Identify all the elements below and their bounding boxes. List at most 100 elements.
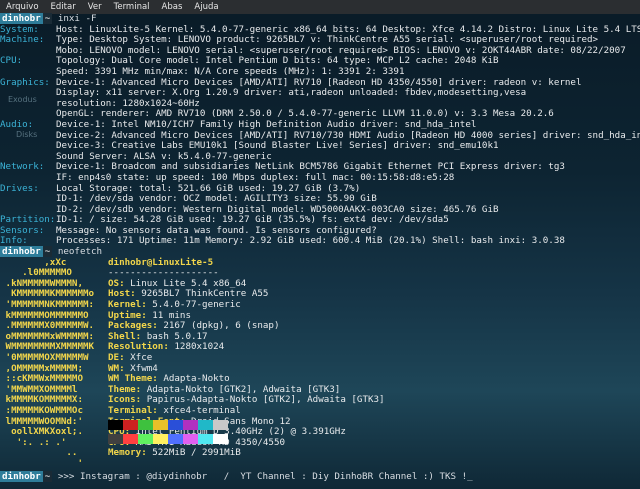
logo-line: :MMMMMKOWMMMOc (0, 404, 83, 416)
neofetch-separator: -------------------- (108, 267, 219, 279)
menu-item-terminal[interactable]: Terminal (108, 0, 156, 14)
inxi-section-text: Device-3: Creative Labs EMU10k1 [Sound B… (56, 140, 499, 152)
color-swatch (183, 420, 198, 430)
neofetch-key: Kernel: (108, 299, 147, 311)
neofetch-key: DE: (108, 352, 125, 363)
logo-line: ' (0, 457, 83, 469)
inxi-section-text: ID-1: /dev/sda vendor: OCZ model: AGILIT… (56, 193, 377, 205)
neofetch-title: dinhobr@LinuxLite-5 (108, 256, 214, 268)
inxi-section-header: Drives: (0, 182, 39, 194)
neofetch-key: Memory: (108, 447, 147, 459)
command-text: >>> Instagram : @diydinhobr / YT Channel… (57, 471, 473, 482)
color-swatch (123, 420, 138, 430)
inxi-section-text: Message: No sensors data was found. Is s… (56, 224, 377, 236)
neofetch-key: OS: (108, 277, 125, 289)
inxi-section-text: ID-1: / size: 54.28 GiB used: 19.27 GiB … (56, 214, 449, 226)
inxi-section-text: Host: LinuxLite-5 Kernel: 5.4.0-77-gener… (56, 23, 640, 35)
color-swatch (198, 433, 213, 444)
color-swatch (183, 433, 198, 444)
neofetch-line: Memory: 522MiB / 2991MiB (108, 448, 385, 459)
neofetch-value: Papirus-Adapta-Nokto [GTK2], Adwaita [GT… (141, 394, 385, 406)
menu-item-ver[interactable]: Ver (82, 0, 108, 14)
neofetch-value: Xfce (124, 352, 153, 363)
neofetch-key: WM: (108, 362, 125, 374)
color-palette (108, 420, 228, 447)
color-swatch (213, 420, 228, 430)
neofetch-value: Adapta-Nokto [GTK2], Adwaita [GTK3] (141, 383, 341, 395)
logo-line: '0MMMMMOXMMMMMW (0, 352, 89, 363)
neofetch-key: Shell: (108, 330, 142, 342)
inxi-section-text: Topology: Dual Core model: Intel Pentium… (56, 55, 499, 67)
neofetch-value: Linux Lite 5.4 x86_64 (124, 277, 247, 289)
inxi-section-text: IF: enp4s0 state: up speed: 100 Mbps dup… (56, 171, 455, 183)
neofetch-key: Host: (108, 288, 136, 300)
neofetch-value: 5.4.0-77-generic (146, 299, 241, 311)
neofetch-value: 9265BL7 ThinkCentre A55 (135, 288, 269, 300)
prompt-dir: ~ (42, 13, 53, 24)
terminal-output[interactable]: dinhobr ~ inxi -F System: Host: LinuxLite-… (0, 13, 640, 489)
inxi-section-text: Display: x11 server: X.Org 1.20.9 driver… (56, 87, 527, 99)
inxi-section-text: resolution: 1280x1024~60Hz (56, 97, 200, 109)
neofetch-output: ,xXc .l0MMMMMO .kNMMMMMWMMMN, KMMMMMMKMM… (0, 256, 640, 469)
menu-bar: Arquivo Editar Ver Terminal Abas Ajuda (0, 0, 640, 14)
color-swatch (153, 420, 168, 430)
inxi-section-header: CPU: (0, 55, 23, 67)
inxi-section-text: Device-2: Advanced Micro Devices [AMD/AT… (56, 129, 640, 141)
prompt-line[interactable]: dinhobr ~ >>> Instagram : @diydinhobr / Y… (0, 471, 473, 483)
inxi-section-header: Machine: (0, 34, 45, 46)
neofetch-key: Uptime: (108, 309, 147, 321)
menu-item-ajuda[interactable]: Ajuda (188, 0, 224, 14)
inxi-section-text: Type: Desktop System: LENOVO product: 92… (56, 34, 599, 46)
inxi-section-text: Processes: 171 Uptime: 11m Memory: 2.92 … (56, 235, 565, 247)
prompt-user: dinhobr (0, 13, 43, 24)
inxi-section-header: Graphics: (0, 76, 50, 88)
command-text: neofetch (57, 246, 103, 258)
inxi-section-text: Sound Server: ALSA v: k5.4.0-77-generic (56, 150, 272, 162)
prompt-line: dinhobr ~ neofetch (0, 246, 640, 258)
inxi-section-text: Device-1: Broadcom and subsidiaries NetL… (56, 161, 565, 173)
menu-item-arquivo[interactable]: Arquivo (0, 0, 45, 14)
color-swatch (108, 420, 123, 430)
prompt-user: dinhobr (0, 471, 43, 482)
color-swatch (168, 433, 183, 444)
color-swatch (198, 420, 213, 430)
color-swatch (108, 433, 123, 444)
inxi-section-text: Local Storage: total: 521.66 GiB used: 1… (56, 182, 361, 194)
neofetch-key: Resolution: (108, 341, 169, 353)
prompt-user: dinhobr (0, 246, 43, 258)
neofetch-key: Packages: (108, 320, 158, 332)
prompt-dir: ~ (42, 471, 53, 482)
inxi-output: System: Host: LinuxLite-5 Kernel: 5.4.0-7… (0, 23, 640, 247)
menu-item-abas[interactable]: Abas (156, 0, 189, 14)
neofetch-value: 1280x1024 (168, 341, 225, 353)
inxi-section-text: Mobo: LENOVO model: LENOVO serial: <supe… (56, 44, 626, 56)
color-swatch (168, 420, 183, 430)
command-text: inxi -F (57, 13, 97, 24)
inxi-section-header: Audio: (0, 118, 34, 130)
neofetch-value: xfce4-terminal (157, 404, 241, 416)
neofetch-key: Icons: (108, 394, 142, 406)
neofetch-key: Terminal: (108, 404, 158, 416)
inxi-section-text: ID-2: /dev/sdb vendor: Western Digital m… (56, 203, 499, 215)
inxi-section-header: Network: (0, 161, 45, 173)
prompt-dir: ~ (42, 246, 53, 258)
neofetch-value: Adapta-Nokto (157, 373, 230, 385)
inxi-section-text: Speed: 3391 MHz min/max: N/A Core speeds… (56, 65, 405, 77)
neofetch-value: 522MiB / 2991MiB (146, 447, 241, 459)
inxi-section-text: Device-1: Advanced Micro Devices [AMD/AT… (56, 76, 582, 88)
color-swatch (123, 433, 138, 444)
color-swatch (138, 420, 153, 430)
inxi-section-text: OpenGL: renderer: AMD RV710 (DRM 2.50.0 … (56, 108, 554, 120)
neofetch-value: Xfwm4 (124, 362, 158, 374)
neofetch-key: WM Theme: (108, 373, 158, 385)
neofetch-key: Theme: (108, 383, 142, 395)
neofetch-value: bash 5.0.17 (141, 330, 208, 342)
color-swatch (153, 433, 168, 444)
color-swatch (138, 433, 153, 444)
color-swatch (213, 433, 228, 444)
menu-item-editar[interactable]: Editar (45, 0, 82, 14)
neofetch-value: 11 mins (146, 309, 191, 321)
neofetch-value: 2167 (dpkg), 6 (snap) (157, 320, 280, 332)
inxi-section-text: Device-1: Intel NM10/ICH7 Family High De… (56, 118, 477, 130)
distro-logo: ,xXc .l0MMMMMO .kNMMMMMWMMMN, KMMMMMMKMM… (0, 257, 105, 470)
